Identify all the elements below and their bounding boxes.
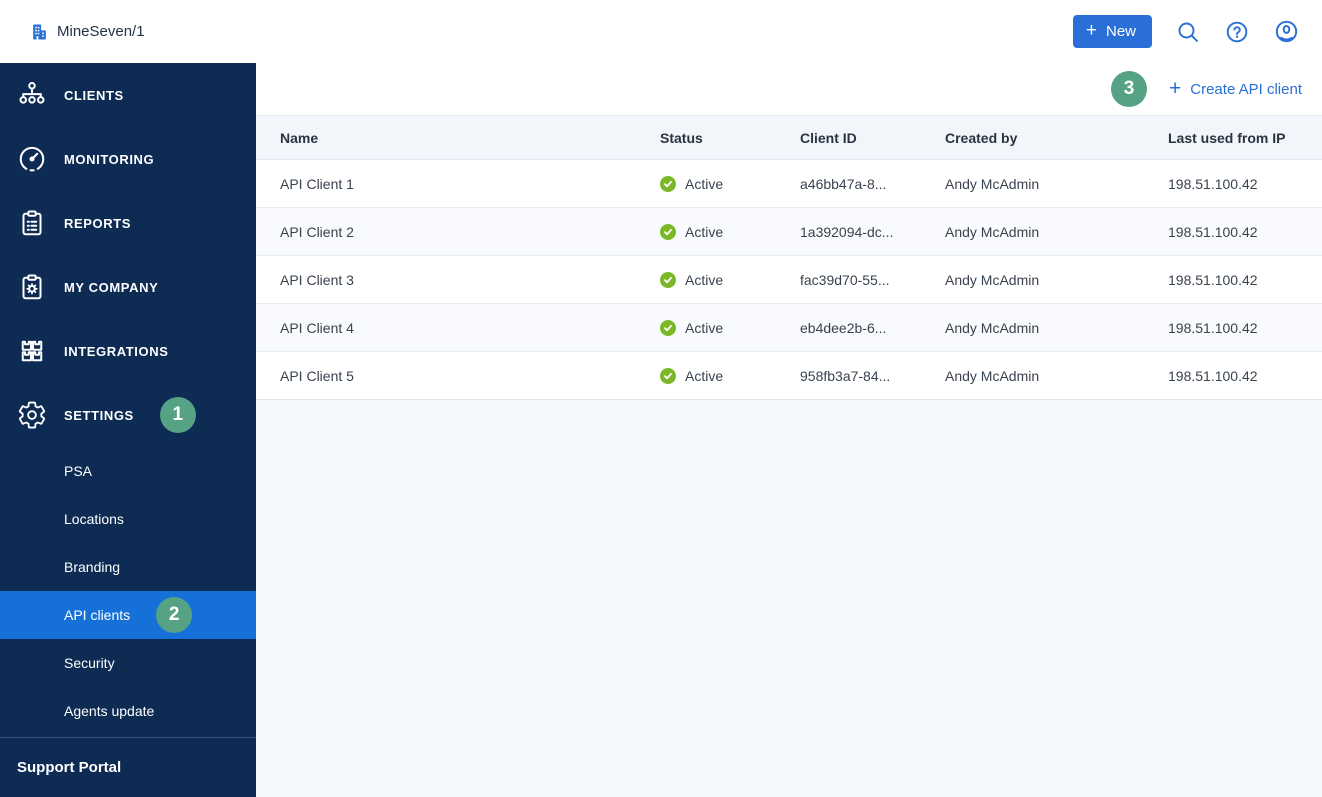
cell-status: Active bbox=[660, 271, 800, 288]
sidebar-item-label: MONITORING bbox=[64, 151, 155, 167]
create-api-client-label: Create API client bbox=[1190, 80, 1302, 98]
table-row[interactable]: API Client 2 Active 1a392094-dc... Andy … bbox=[256, 208, 1322, 256]
topbar-actions: + New bbox=[1072, 15, 1322, 48]
sidebar: CLIENTS MONITORING REPORTS MY COMPANY IN… bbox=[0, 63, 256, 797]
sidebar-item-integrations[interactable]: INTEGRATIONS bbox=[0, 319, 256, 383]
sidebar-item-my-company[interactable]: MY COMPANY bbox=[0, 255, 256, 319]
support-portal-link[interactable]: Support Portal bbox=[0, 737, 256, 797]
topbar: MineSeven/1 + New bbox=[0, 0, 1322, 63]
sidebar-subitem-security[interactable]: Security bbox=[0, 639, 256, 687]
step-badge-3: 3 bbox=[1111, 71, 1147, 107]
table-row[interactable]: API Client 4 Active eb4dee2b-6... Andy M… bbox=[256, 304, 1322, 352]
table-row[interactable]: API Client 1 Active a46bb47a-8... Andy M… bbox=[256, 160, 1322, 208]
sidebar-subitem-label: Branding bbox=[64, 559, 121, 575]
step-badge-2: 2 bbox=[156, 597, 193, 633]
clipboard-icon bbox=[16, 207, 48, 239]
sidebar-subitem-label: API clients bbox=[64, 607, 131, 623]
cell-created-by: Andy McAdmin bbox=[945, 223, 1040, 240]
active-check-icon bbox=[660, 319, 676, 336]
main-content: 3 + Create API client Name Status Client… bbox=[256, 63, 1322, 797]
column-header-client-id: Client ID bbox=[800, 129, 857, 146]
cell-status: Active bbox=[660, 175, 800, 192]
column-header-last-used-ip: Last used from IP bbox=[1168, 129, 1286, 146]
active-check-icon bbox=[660, 367, 676, 384]
sidebar-subitem-label: PSA bbox=[64, 463, 93, 479]
gauge-icon bbox=[16, 143, 48, 175]
create-api-client-button[interactable]: + Create API client bbox=[1169, 76, 1302, 100]
sidebar-subitem-psa[interactable]: PSA bbox=[0, 447, 256, 495]
sidebar-subitem-label: Locations bbox=[64, 511, 124, 527]
status-label: Active bbox=[685, 175, 724, 192]
sidebar-item-settings[interactable]: SETTINGS 1 bbox=[0, 383, 256, 447]
cell-last-used-ip: 198.51.100.42 bbox=[1168, 271, 1258, 288]
sidebar-subitem-label: Agents update bbox=[64, 703, 155, 719]
cell-client-id: a46bb47a-8... bbox=[800, 175, 887, 192]
cell-client-id: 1a392094-dc... bbox=[800, 223, 894, 240]
cell-client-id: eb4dee2b-6... bbox=[800, 319, 887, 336]
sidebar-item-label: CLIENTS bbox=[64, 87, 124, 103]
sidebar-subitem-locations[interactable]: Locations bbox=[0, 495, 256, 543]
help-icon[interactable] bbox=[1224, 19, 1250, 45]
sidebar-item-label: REPORTS bbox=[64, 215, 132, 231]
cell-name: API Client 4 bbox=[280, 319, 354, 336]
search-icon[interactable] bbox=[1175, 19, 1201, 45]
org-selector[interactable]: MineSeven/1 bbox=[0, 22, 145, 42]
status-label: Active bbox=[685, 319, 724, 336]
column-header-name: Name bbox=[280, 129, 319, 146]
table-header: Name Status Client ID Created by Last us… bbox=[256, 115, 1322, 160]
cell-name: API Client 2 bbox=[280, 223, 354, 240]
org-name: MineSeven/1 bbox=[57, 23, 145, 40]
sidebar-item-clients[interactable]: CLIENTS bbox=[0, 63, 256, 127]
table-row[interactable]: API Client 3 Active fac39d70-55... Andy … bbox=[256, 256, 1322, 304]
active-check-icon bbox=[660, 223, 676, 240]
support-portal-label: Support Portal bbox=[17, 759, 122, 776]
cell-created-by: Andy McAdmin bbox=[945, 367, 1040, 384]
main-header: 3 + Create API client bbox=[256, 63, 1322, 115]
status-label: Active bbox=[685, 271, 724, 288]
plus-icon: + bbox=[1085, 20, 1097, 41]
org-chart-icon bbox=[16, 79, 48, 111]
building-icon bbox=[30, 22, 49, 42]
cell-created-by: Andy McAdmin bbox=[945, 271, 1040, 288]
blocks-icon bbox=[16, 335, 48, 367]
cell-name: API Client 1 bbox=[280, 175, 354, 192]
status-label: Active bbox=[685, 223, 724, 240]
column-header-created-by: Created by bbox=[945, 129, 1018, 146]
account-icon[interactable] bbox=[1273, 19, 1299, 45]
active-check-icon bbox=[660, 271, 676, 288]
plus-icon: + bbox=[1169, 76, 1182, 100]
sidebar-item-label: SETTINGS bbox=[64, 407, 134, 423]
active-check-icon bbox=[660, 175, 676, 192]
cell-status: Active bbox=[660, 319, 800, 336]
sidebar-item-label: INTEGRATIONS bbox=[64, 343, 169, 359]
cell-name: API Client 3 bbox=[280, 271, 354, 288]
status-label: Active bbox=[685, 367, 724, 384]
cell-last-used-ip: 198.51.100.42 bbox=[1168, 175, 1258, 192]
sidebar-subitem-branding[interactable]: Branding bbox=[0, 543, 256, 591]
cell-status: Active bbox=[660, 223, 800, 240]
new-button-label: New bbox=[1105, 23, 1136, 40]
gear-icon bbox=[16, 399, 48, 431]
cell-last-used-ip: 198.51.100.42 bbox=[1168, 367, 1258, 384]
clipboard-gear-icon bbox=[16, 271, 48, 303]
cell-last-used-ip: 198.51.100.42 bbox=[1168, 223, 1258, 240]
cell-created-by: Andy McAdmin bbox=[945, 319, 1040, 336]
cell-status: Active bbox=[660, 367, 800, 384]
sidebar-subitem-api-clients[interactable]: API clients 2 bbox=[0, 591, 256, 639]
step-badge-1: 1 bbox=[159, 397, 196, 433]
sidebar-subitem-agents-update[interactable]: Agents update bbox=[0, 687, 256, 735]
sidebar-subitem-label: Security bbox=[64, 655, 115, 671]
cell-client-id: 958fb3a7-84... bbox=[800, 367, 891, 384]
column-header-status: Status bbox=[660, 129, 703, 146]
cell-name: API Client 5 bbox=[280, 367, 354, 384]
new-button[interactable]: + New bbox=[1072, 15, 1152, 48]
sidebar-item-reports[interactable]: REPORTS bbox=[0, 191, 256, 255]
cell-last-used-ip: 198.51.100.42 bbox=[1168, 319, 1258, 336]
cell-created-by: Andy McAdmin bbox=[945, 175, 1040, 192]
cell-client-id: fac39d70-55... bbox=[800, 271, 890, 288]
sidebar-item-monitoring[interactable]: MONITORING bbox=[0, 127, 256, 191]
table-row[interactable]: API Client 5 Active 958fb3a7-84... Andy … bbox=[256, 352, 1322, 400]
sidebar-item-label: MY COMPANY bbox=[64, 279, 159, 295]
